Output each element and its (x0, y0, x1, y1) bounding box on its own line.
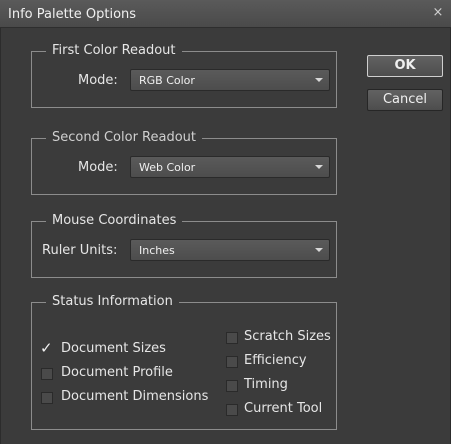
second-color-readout-group: Second Color Readout Mode: Web Color (31, 130, 337, 195)
title-bar: Info Palette Options × (0, 0, 451, 28)
cancel-button[interactable]: Cancel (367, 89, 443, 111)
ruler-units-value: Inches (139, 244, 175, 257)
close-icon[interactable]: × (429, 4, 447, 22)
chevron-down-icon (315, 248, 323, 252)
window-title: Info Palette Options (8, 7, 137, 22)
checkbox-icon[interactable] (226, 404, 238, 416)
status-label: Efficiency (244, 353, 307, 368)
status-label: Document Sizes (61, 341, 166, 356)
second-color-readout-legend: Second Color Readout (46, 130, 203, 145)
status-information-group: Status Information Document Sizes Docume… (31, 294, 337, 430)
second-mode-value: Web Color (139, 161, 196, 174)
status-label: Scratch Sizes (244, 329, 331, 344)
ruler-units-select[interactable]: Inches (130, 239, 330, 261)
checkbox-icon[interactable] (226, 332, 238, 344)
status-label: Current Tool (244, 401, 323, 416)
first-mode-value: RGB Color (139, 74, 195, 87)
status-label: Timing (244, 377, 288, 392)
second-mode-select[interactable]: Web Color (130, 156, 330, 178)
ruler-units-label: Ruler Units: (42, 243, 118, 258)
checkbox-icon[interactable] (41, 368, 53, 380)
first-color-readout-legend: First Color Readout (46, 43, 182, 58)
mouse-coordinates-group: Mouse Coordinates Ruler Units: Inches (31, 213, 337, 278)
chevron-down-icon (315, 78, 323, 82)
status-label: Document Dimensions (61, 389, 209, 404)
first-mode-select[interactable]: RGB Color (130, 69, 330, 91)
second-mode-label: Mode: (78, 160, 118, 175)
first-color-readout-group: First Color Readout Mode: RGB Color (31, 43, 337, 108)
first-mode-label: Mode: (78, 73, 118, 88)
status-information-legend: Status Information (46, 294, 179, 309)
checkbox-icon[interactable] (226, 356, 238, 368)
status-label: Document Profile (61, 365, 173, 380)
checkbox-icon[interactable] (226, 380, 238, 392)
ok-button[interactable]: OK (367, 55, 443, 77)
checkbox-icon[interactable] (41, 392, 53, 404)
info-palette-options-dialog: First Color Readout Mode: RGB Color Seco… (0, 28, 451, 444)
chevron-down-icon (315, 165, 323, 169)
mouse-coordinates-legend: Mouse Coordinates (46, 213, 183, 228)
checkbox-checked-icon[interactable] (40, 339, 53, 357)
